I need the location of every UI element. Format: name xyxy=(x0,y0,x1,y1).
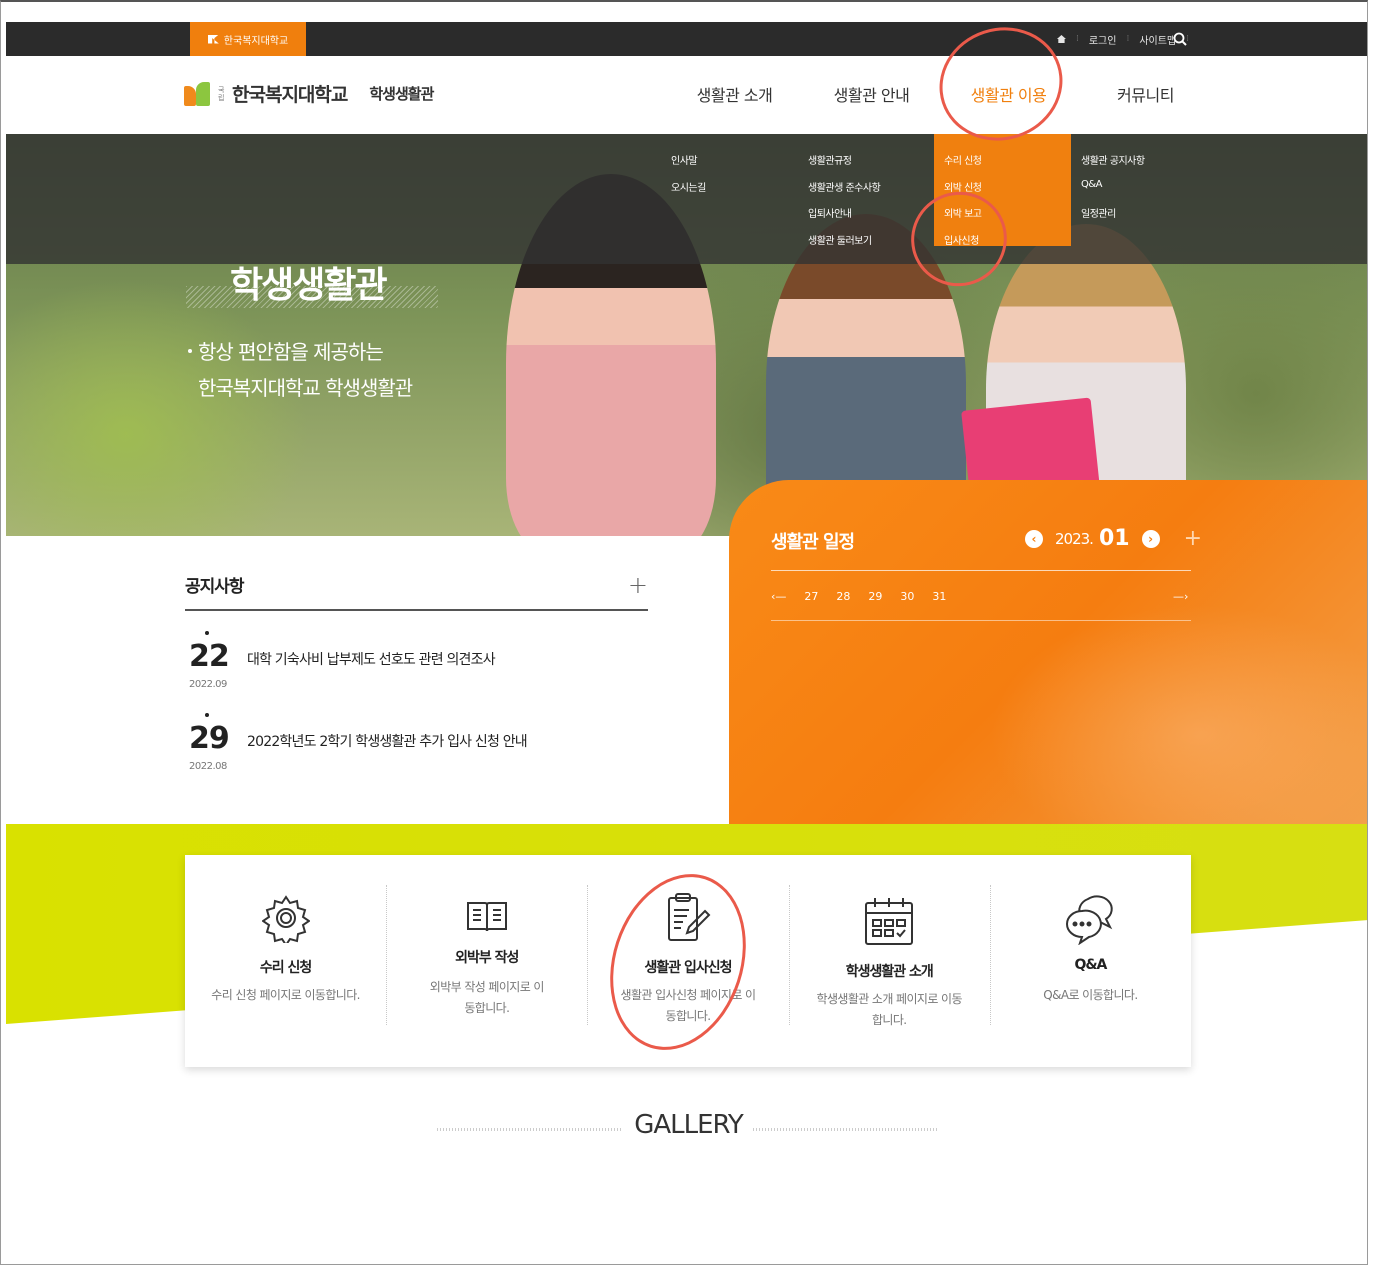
notice-year-month: 2022.09 xyxy=(189,679,227,690)
notice-day: 22 xyxy=(189,639,230,674)
notice-more-plus-icon[interactable]: + xyxy=(628,573,648,597)
nav-dorm-intro[interactable]: 생활관 소개 xyxy=(666,82,803,106)
browser-frame: 한국복지대학교 ⁞ 로그인 ⁞ 사이트맵 ⁞ 국립 한국복지대학교 학생생활관 … xyxy=(0,0,1368,1265)
site-header: 국립 한국복지대학교 학생생활관 생활관 소개 생활관 안내 생활관 이용 커뮤… xyxy=(6,56,1367,134)
notice-year-month: 2022.08 xyxy=(189,761,227,772)
submenu-item-repair[interactable]: 수리 신청 xyxy=(944,152,1071,179)
submenu-item[interactable]: Q&A xyxy=(1081,179,1208,206)
schedule-day[interactable]: 28 xyxy=(836,590,850,603)
site-logo[interactable]: 국립 한국복지대학교 학생생활관 xyxy=(184,80,434,107)
schedule-day[interactable]: 29 xyxy=(868,590,882,603)
submenu-col-intro: 인사말 오시는길 xyxy=(661,152,798,264)
schedule-title: 생활관 일정 xyxy=(771,532,855,553)
prev-week-arrow-icon[interactable]: ‹— xyxy=(771,590,786,603)
separator: ⁞ xyxy=(1126,34,1130,44)
schedule-more-plus-icon[interactable]: + xyxy=(1184,526,1202,551)
notice-item[interactable]: 22 2022.09 대학 기숙사비 납부제도 선호도 관련 의견조사 xyxy=(185,631,648,713)
schedule-day[interactable]: 30 xyxy=(900,590,914,603)
notice-day: 29 xyxy=(189,721,230,756)
submenu-item[interactable]: 오시는길 xyxy=(671,179,798,206)
search-icon[interactable] xyxy=(1173,32,1187,46)
notice-title: 공지사항 xyxy=(185,577,245,597)
notice-text[interactable]: 대학 기숙사비 납부제도 선호도 관련 의견조사 xyxy=(247,649,496,669)
schedule-panel: 생활관 일정 ‹ 2023. 01 › + ‹— 27 28 29 30 31 … xyxy=(729,480,1367,824)
schedule-day[interactable]: 31 xyxy=(932,590,946,603)
quick-title: Q&A xyxy=(1074,957,1107,973)
quick-desc: 수리 신청 페이지로 이동합니다. xyxy=(211,988,360,1002)
separator: ⁞ xyxy=(1075,34,1079,44)
hero-desc-line1: 항상 편안함을 제공하는 xyxy=(198,340,384,364)
chat-bubbles-icon xyxy=(1066,895,1114,945)
quick-item-intro[interactable]: 학생생활관 소개 학생생활관 소개 페이지로 이동합니다. xyxy=(788,855,990,1067)
quick-title: 수리 신청 xyxy=(259,960,312,976)
hero-title: 학생생활관 xyxy=(230,265,388,306)
book-icon xyxy=(466,902,507,932)
utility-links: ⁞ 로그인 ⁞ 사이트맵 ⁞ xyxy=(1056,22,1189,56)
schedule-day[interactable]: 27 xyxy=(804,590,818,603)
submenu-col-community: 생활관 공지사항 Q&A 일정관리 xyxy=(1071,152,1208,264)
schedule-month: 01 xyxy=(1098,526,1130,551)
university-logo-icon xyxy=(207,34,219,44)
hero-desc-line2: 한국복지대학교 학생생활관 xyxy=(198,376,413,400)
submenu-item[interactable]: 생활관 공지사항 xyxy=(1081,152,1208,179)
quick-title: 외박부 작성 xyxy=(455,950,519,966)
login-link[interactable]: 로그인 xyxy=(1089,32,1117,47)
quick-item-qna[interactable]: Q&A Q&A로 이동합니다. xyxy=(989,855,1191,1067)
next-week-arrow-icon[interactable]: —› xyxy=(1173,590,1188,603)
top-utility-bar: 한국복지대학교 ⁞ 로그인 ⁞ 사이트맵 ⁞ xyxy=(6,22,1367,56)
submenu-item[interactable]: 생활관생 준수사항 xyxy=(808,179,935,206)
nav-community[interactable]: 커뮤니티 xyxy=(1077,82,1214,106)
schedule-year: 2023. xyxy=(1055,529,1094,548)
notice-board: 공지사항 + 22 2022.09 대학 기숙사비 납부제도 선호도 관련 의견… xyxy=(185,572,648,795)
next-month-icon[interactable]: › xyxy=(1141,529,1160,548)
nav-dorm-guide[interactable]: 생활관 안내 xyxy=(803,82,940,106)
schedule-days: ‹— 27 28 29 30 31 xyxy=(771,590,946,603)
home-icon[interactable] xyxy=(1056,35,1066,43)
submenu-item[interactable]: 생활관규정 xyxy=(808,152,935,179)
gallery-section: GALLERY xyxy=(1,1110,1367,1140)
notice-header: 공지사항 + xyxy=(185,572,648,611)
logo-mark-icon xyxy=(184,81,212,106)
university-tab-label: 한국복지대학교 xyxy=(223,35,289,47)
hero-description: 항상 편안함을 제공하는 한국복지대학교 학생생활관 xyxy=(188,334,413,406)
dropdown-submenu: 인사말 오시는길 생활관규정 생활관생 준수사항 입퇴사안내 생활관 둘러보기 … xyxy=(6,134,1367,264)
university-home-tab[interactable]: 한국복지대학교 xyxy=(190,22,306,56)
quick-desc: 외박부 작성 페이지로 이동합니다. xyxy=(429,980,545,1015)
quick-title: 학생생활관 소개 xyxy=(845,964,934,980)
logo-sub-label: 국립 xyxy=(218,85,225,102)
notice-item[interactable]: 29 2022.08 2022학년도 2학기 학생생활관 추가 입사 신청 안내 xyxy=(185,713,648,795)
submenu-item[interactable]: 인사말 xyxy=(671,152,798,179)
hero-banner: 인사말 오시는길 생활관규정 생활관생 준수사항 입퇴사안내 생활관 둘러보기 … xyxy=(6,134,1367,536)
logo-name: 한국복지대학교 xyxy=(232,84,348,106)
quick-item-repair[interactable]: 수리 신청 수리 신청 페이지로 이동합니다. xyxy=(185,855,386,1067)
schedule-month-nav: ‹ 2023. 01 › + xyxy=(1025,526,1202,551)
sitemap-link[interactable]: 사이트맵 xyxy=(1139,32,1176,47)
notice-text[interactable]: 2022학년도 2학기 학생생활관 추가 입사 신청 안내 xyxy=(247,731,528,751)
site-name: 학생생활관 xyxy=(369,85,434,103)
quick-desc: 학생생활관 소개 페이지로 이동합니다. xyxy=(816,992,963,1027)
calendar-icon xyxy=(865,898,914,945)
quick-desc: Q&A로 이동합니다. xyxy=(1043,988,1138,1002)
submenu-item[interactable]: 일정관리 xyxy=(1081,205,1208,232)
prev-month-icon[interactable]: ‹ xyxy=(1025,529,1043,548)
quick-item-overnight[interactable]: 외박부 작성 외박부 작성 페이지로 이동합니다. xyxy=(386,855,587,1067)
gallery-title: GALLERY xyxy=(634,1110,744,1140)
gear-icon xyxy=(261,895,310,943)
